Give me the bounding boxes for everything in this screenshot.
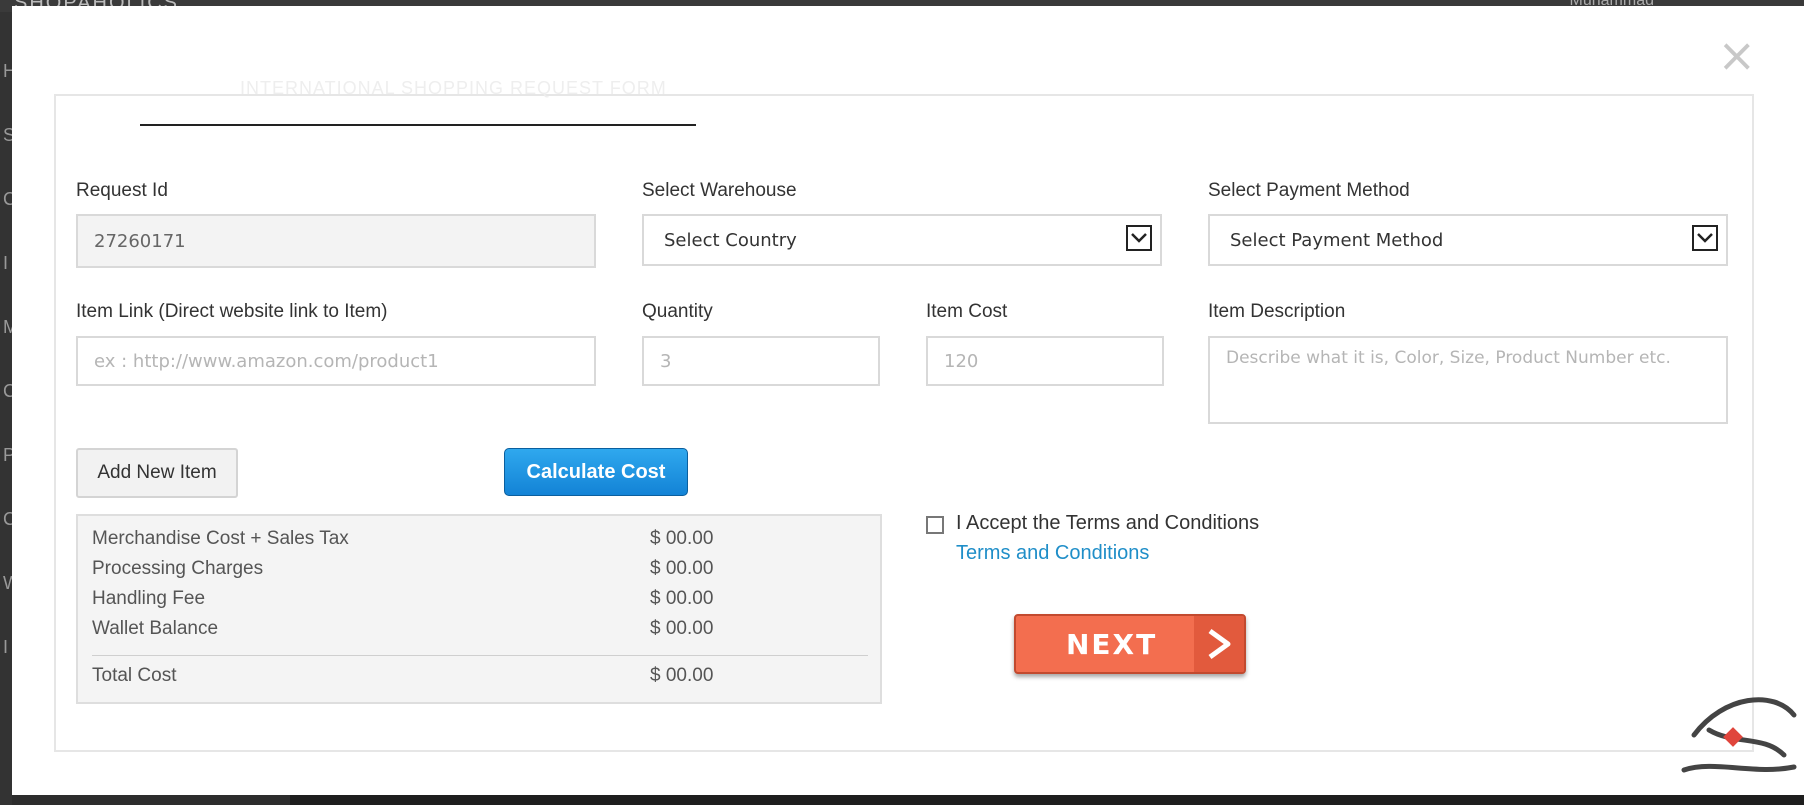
summary-row-amount: $ 00.00 <box>650 528 714 549</box>
summary-row-amount: $ 00.00 <box>650 618 714 639</box>
item-cost-label: Item Cost <box>926 301 1008 322</box>
background-sidebar-letter: I <box>3 253 9 273</box>
background-footer <box>290 795 1804 805</box>
cost-summary: Merchandise Cost + Sales Tax $ 00.00 Pro… <box>76 514 882 704</box>
watermark-logo <box>1681 697 1797 773</box>
payment-selected-value: Select Payment Method <box>1230 229 1444 251</box>
close-icon[interactable]: × <box>1717 32 1756 78</box>
summary-row-amount: $ 00.00 <box>650 558 714 579</box>
request-form-panel: INTERNATIONAL SHOPPING REQUEST FORM Requ… <box>54 78 1754 752</box>
form-heading: INTERNATIONAL SHOPPING REQUEST FORM <box>240 78 667 98</box>
terms-link[interactable]: Terms and Conditions <box>956 542 1149 565</box>
arrow-right-icon <box>1194 616 1244 672</box>
summary-divider <box>92 655 868 656</box>
request-id-field: 27260171 <box>76 214 596 268</box>
terms-label: I Accept the Terms and Conditions <box>956 512 1260 534</box>
warehouse-label: Select Warehouse <box>642 180 797 201</box>
heading-underline <box>140 124 696 126</box>
shopping-request-modal: × INTERNATIONAL SHOPPING REQUEST FORM Re… <box>12 6 1804 795</box>
payment-method-select[interactable]: Select Payment Method <box>1208 214 1728 266</box>
request-id-label: Request Id <box>76 180 168 201</box>
summary-row-amount: $ 00.00 <box>650 588 714 609</box>
warehouse-selected-value: Select Country <box>664 229 797 251</box>
summary-row: Handling Fee $ 00.00 <box>92 588 868 610</box>
payment-method-label: Select Payment Method <box>1208 180 1410 201</box>
terms-checkbox[interactable] <box>926 516 944 534</box>
summary-row: Merchandise Cost + Sales Tax $ 00.00 <box>92 528 868 550</box>
summary-row-label: Handling Fee <box>92 588 206 609</box>
next-button-label: NEXT <box>1066 628 1158 661</box>
chevron-down-icon[interactable] <box>1126 225 1152 251</box>
background-sidebar-letter: I <box>3 637 9 657</box>
summary-row: Wallet Balance $ 00.00 <box>92 618 868 640</box>
warehouse-select[interactable]: Select Country <box>642 214 1162 266</box>
quantity-label: Quantity <box>642 301 713 322</box>
summary-row-label: Wallet Balance <box>92 618 219 639</box>
chevron-down-icon[interactable] <box>1692 225 1718 251</box>
calculate-cost-button[interactable]: Calculate Cost <box>504 448 688 496</box>
total-cost-label: Total Cost <box>92 665 177 686</box>
item-link-input[interactable]: ex : http://www.amazon.com/product1 <box>76 336 596 386</box>
summary-row-label: Merchandise Cost + Sales Tax <box>92 528 349 549</box>
summary-row: Processing Charges $ 00.00 <box>92 558 868 580</box>
item-description-textarea[interactable]: Describe what it is, Color, Size, Produc… <box>1208 336 1728 424</box>
item-cost-input[interactable]: 120 <box>926 336 1164 386</box>
total-cost-amount: $ 00.00 <box>650 665 714 686</box>
summary-row-label: Processing Charges <box>92 558 264 579</box>
quantity-input[interactable]: 3 <box>642 336 880 386</box>
add-new-item-button[interactable]: Add New Item <box>76 448 238 498</box>
item-description-label: Item Description <box>1208 301 1346 322</box>
item-link-label: Item Link (Direct website link to Item) <box>76 301 388 322</box>
background-sidebar: H S C I M C P C W I <box>0 12 20 805</box>
summary-total-row: Total Cost $ 00.00 <box>92 665 868 687</box>
next-button[interactable]: NEXT <box>1014 614 1246 674</box>
